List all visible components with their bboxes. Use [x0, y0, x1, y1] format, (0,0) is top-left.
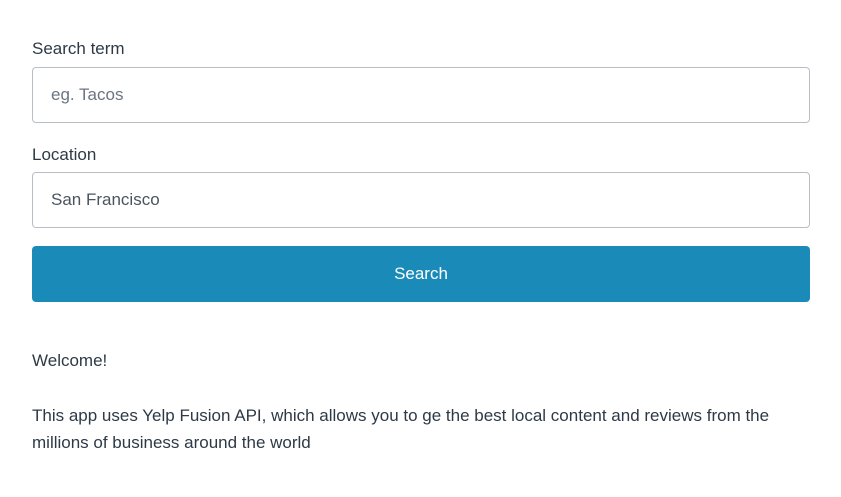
- app-description: This app uses Yelp Fusion API, which all…: [32, 406, 770, 452]
- search-button[interactable]: Search: [32, 246, 810, 302]
- search-term-input[interactable]: [32, 67, 810, 123]
- location-input[interactable]: [32, 172, 810, 228]
- search-term-label: Search term: [32, 39, 125, 58]
- location-label: Location: [32, 145, 97, 164]
- welcome-text: Welcome!: [32, 351, 108, 370]
